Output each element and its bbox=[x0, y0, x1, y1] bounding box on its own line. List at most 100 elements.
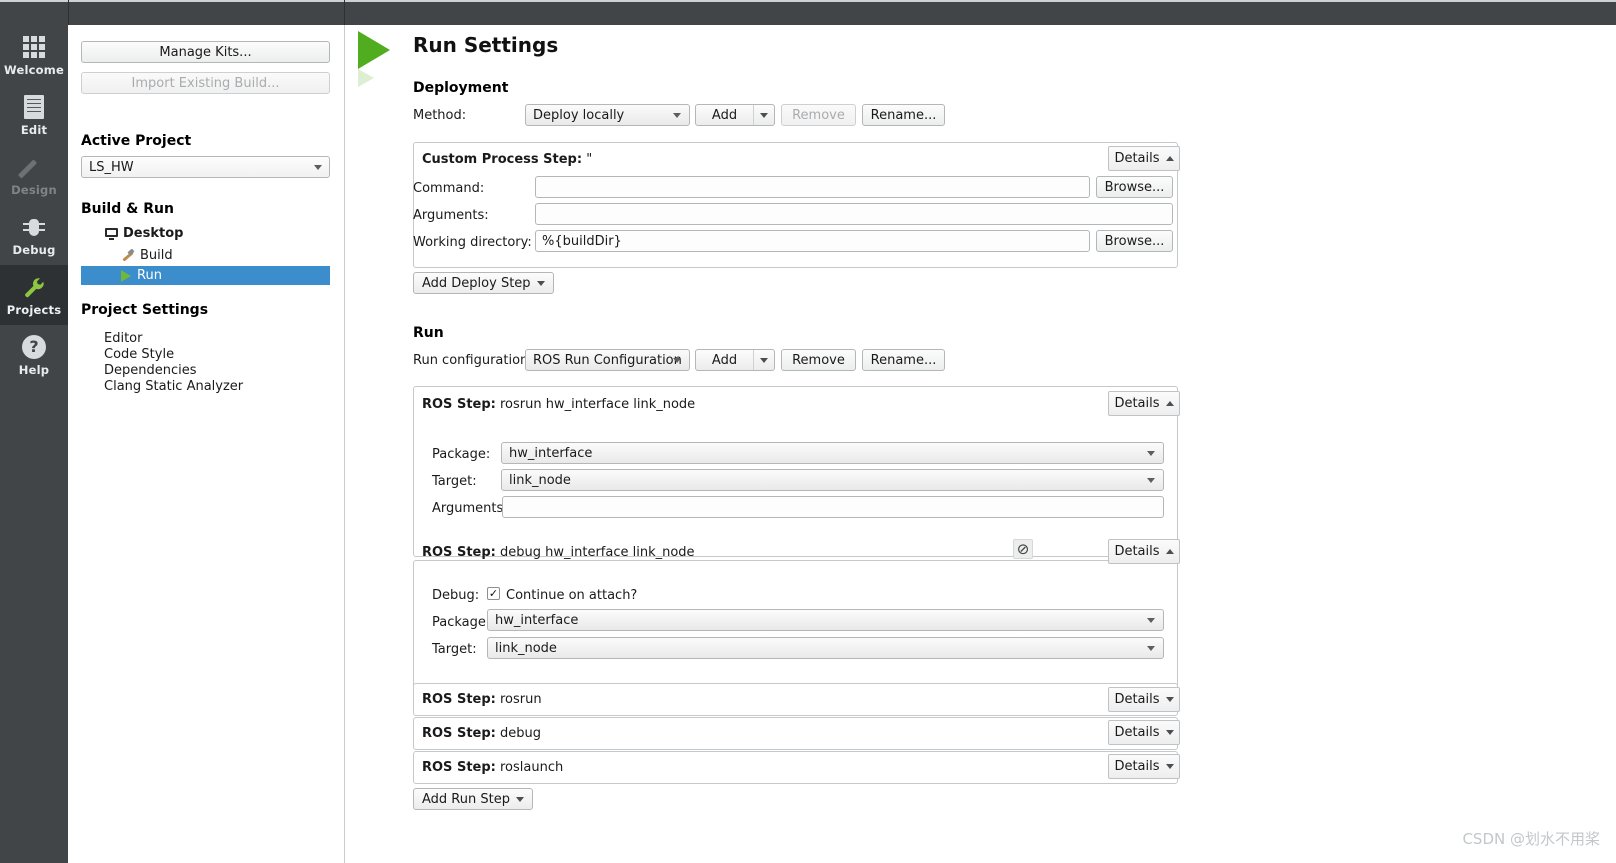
mode-label-design: Design bbox=[11, 182, 57, 197]
settings-item-dependencies[interactable]: Dependencies bbox=[104, 363, 197, 378]
mode-label-welcome: Welcome bbox=[4, 62, 64, 77]
ros-step-1-target-combo[interactable]: link_node bbox=[501, 469, 1164, 491]
ros-step-1-target-label: Target: bbox=[432, 474, 477, 489]
ros-step-details-button-2[interactable]: Details bbox=[1108, 539, 1180, 564]
mode-item-help[interactable]: ? Help bbox=[0, 325, 68, 385]
mode-item-design[interactable]: Design bbox=[0, 145, 68, 205]
ros-step-1-arguments-input[interactable] bbox=[502, 496, 1164, 518]
chevron-down-icon bbox=[1165, 730, 1174, 735]
chevron-down-icon[interactable] bbox=[754, 112, 774, 118]
mode-item-projects[interactable]: Projects bbox=[0, 265, 68, 325]
ros-step-title-prefix-3: ROS Step: bbox=[422, 692, 496, 707]
ros-step-title-prefix-1: ROS Step: bbox=[422, 397, 496, 412]
project-settings-header: Project Settings bbox=[81, 302, 209, 318]
ros-step-title-value-2: debug hw_interface link_node bbox=[500, 545, 695, 560]
run-rename-button[interactable]: Rename... bbox=[862, 349, 945, 371]
run-configuration-label: Run configuration: bbox=[413, 353, 533, 368]
deployment-header: Deployment bbox=[413, 80, 509, 96]
mode-item-debug[interactable]: Debug bbox=[0, 205, 68, 265]
tree-item-run[interactable]: Run bbox=[81, 266, 330, 285]
chevron-down-icon[interactable] bbox=[754, 357, 774, 363]
ros-step-details-button-5[interactable]: Details bbox=[1108, 754, 1180, 779]
ros-step-title-4: ROS Step: debug bbox=[422, 726, 541, 741]
working-directory-label: Working directory: bbox=[413, 235, 532, 250]
run-settings-play-icon bbox=[358, 31, 390, 69]
custom-process-step-details-button[interactable]: Details bbox=[1108, 146, 1180, 171]
deploy-method-combo[interactable]: Deploy locally bbox=[525, 104, 690, 126]
run-configuration-combo[interactable]: ROS Run Configuration bbox=[525, 349, 690, 371]
tree-item-desktop-kit[interactable]: Desktop bbox=[105, 224, 330, 243]
deploy-add-button[interactable]: Add bbox=[695, 104, 775, 126]
deploy-method-label: Method: bbox=[413, 108, 467, 123]
command-browse-button[interactable]: Browse... bbox=[1096, 176, 1173, 198]
deploy-add-label: Add bbox=[711, 107, 738, 123]
chevron-down-icon bbox=[1165, 764, 1174, 769]
chevron-down-icon bbox=[1165, 697, 1174, 702]
active-project-combo[interactable]: LS_HW bbox=[81, 156, 330, 178]
ros-step-2-package-value: hw_interface bbox=[495, 612, 579, 628]
working-directory-input[interactable]: %{buildDir} bbox=[535, 230, 1090, 252]
chevron-down-icon bbox=[1147, 478, 1155, 483]
run-settings-play-reflection bbox=[358, 69, 374, 87]
continue-on-attach-checkbox[interactable]: ✓ bbox=[487, 587, 500, 600]
bug-icon bbox=[21, 214, 47, 240]
active-project-header: Active Project bbox=[81, 133, 192, 149]
project-side-panel: Manage Kits... Import Existing Build... … bbox=[69, 25, 345, 863]
manage-kits-button[interactable]: Manage Kits... bbox=[81, 41, 330, 63]
command-input[interactable] bbox=[535, 176, 1090, 198]
ros-step-2-debug-label: Debug: bbox=[432, 588, 480, 603]
toolbar-divider-1 bbox=[68, 0, 69, 25]
tree-item-build[interactable]: Build bbox=[121, 246, 330, 265]
mode-label-help: Help bbox=[18, 362, 50, 377]
add-deploy-step-label: Add Deploy Step bbox=[422, 275, 531, 291]
mode-label-debug: Debug bbox=[12, 242, 56, 257]
ros-step-details-button-4[interactable]: Details bbox=[1108, 720, 1180, 745]
document-icon bbox=[21, 94, 47, 120]
page-title: Run Settings bbox=[413, 33, 559, 57]
monitor-icon bbox=[105, 227, 118, 240]
import-existing-build-button: Import Existing Build... bbox=[81, 72, 330, 94]
ros-step-1-target-value: link_node bbox=[509, 472, 571, 488]
run-header: Run bbox=[413, 325, 444, 341]
mode-item-welcome[interactable]: Welcome bbox=[0, 25, 68, 85]
ros-step-1-package-combo[interactable]: hw_interface bbox=[501, 442, 1164, 464]
ros-step-2-target-combo[interactable]: link_node bbox=[487, 637, 1164, 659]
custom-process-step-title: Custom Process Step: " bbox=[422, 152, 592, 167]
details-label: Details bbox=[1114, 396, 1160, 411]
ros-step-2-package-combo[interactable]: hw_interface bbox=[487, 609, 1164, 631]
run-configuration-value: ROS Run Configuration bbox=[533, 352, 682, 368]
settings-item-code-style[interactable]: Code Style bbox=[104, 347, 174, 362]
chevron-down-icon bbox=[314, 165, 322, 170]
ros-step-details-button-3[interactable]: Details bbox=[1108, 687, 1180, 712]
chevron-up-icon bbox=[1165, 401, 1174, 406]
ros-step-title-5: ROS Step: roslaunch bbox=[422, 760, 563, 775]
deploy-arguments-input[interactable] bbox=[535, 203, 1173, 225]
chevron-up-icon bbox=[1165, 156, 1174, 161]
hammer-icon bbox=[121, 248, 135, 263]
deploy-rename-button[interactable]: Rename... bbox=[862, 104, 945, 126]
chevron-down-icon bbox=[536, 280, 545, 286]
mode-label-projects: Projects bbox=[6, 302, 62, 317]
run-remove-button[interactable]: Remove bbox=[781, 349, 856, 371]
tree-label-build: Build bbox=[140, 248, 173, 263]
pencil-icon bbox=[17, 154, 47, 180]
chevron-down-icon bbox=[673, 113, 681, 118]
ros-step-title-value-1: rosrun hw_interface link_node bbox=[500, 397, 696, 412]
deploy-arguments-label: Arguments: bbox=[413, 208, 489, 223]
settings-item-clang-static-analyzer[interactable]: Clang Static Analyzer bbox=[104, 379, 243, 394]
question-icon: ? bbox=[21, 334, 47, 360]
ban-icon[interactable]: ⊘ bbox=[1013, 539, 1033, 559]
add-deploy-step-button[interactable]: Add Deploy Step bbox=[413, 272, 554, 294]
working-directory-browse-button[interactable]: Browse... bbox=[1096, 230, 1173, 252]
deploy-remove-button: Remove bbox=[781, 104, 856, 126]
run-add-label: Add bbox=[711, 352, 738, 368]
run-add-button[interactable]: Add bbox=[695, 349, 775, 371]
settings-item-editor[interactable]: Editor bbox=[104, 331, 142, 346]
ros-step-details-button-1[interactable]: Details bbox=[1108, 391, 1180, 416]
continue-on-attach-label: Continue on attach? bbox=[506, 588, 638, 603]
ros-step-title-value-4: debug bbox=[500, 726, 541, 741]
add-run-step-button[interactable]: Add Run Step bbox=[413, 788, 533, 810]
mode-item-edit[interactable]: Edit bbox=[0, 85, 68, 145]
ros-step-title-prefix-2: ROS Step: bbox=[422, 545, 496, 560]
build-and-run-header: Build & Run bbox=[81, 201, 174, 217]
